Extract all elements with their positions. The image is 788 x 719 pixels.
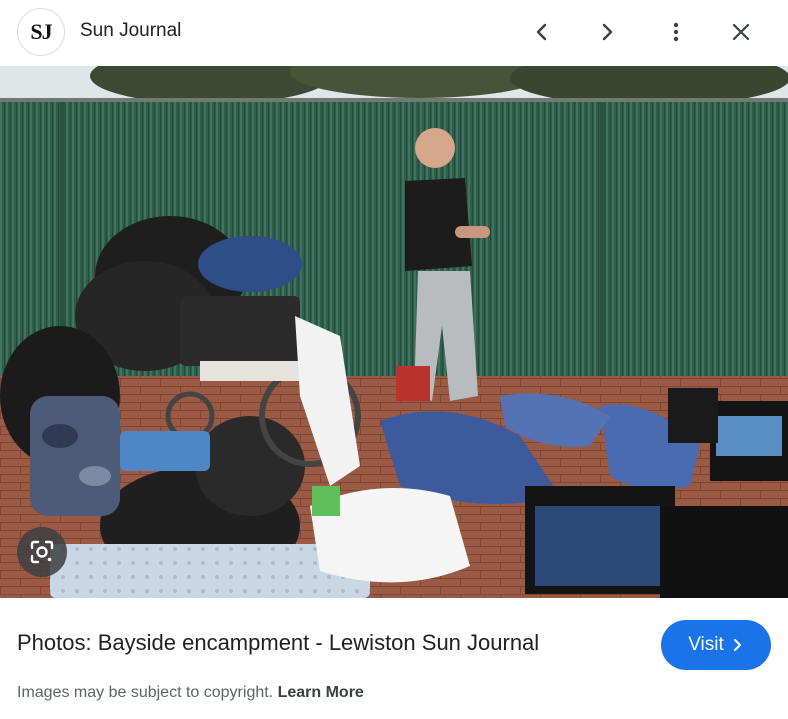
source-logo[interactable]: SJ — [17, 8, 65, 56]
image-caption[interactable]: Photos: Bayside encampment - Lewiston Su… — [17, 630, 539, 656]
more-vert-icon — [673, 22, 679, 42]
source-name[interactable]: Sun Journal — [80, 20, 181, 42]
viewer-header: SJ Sun Journal — [0, 0, 788, 66]
photo-illustration — [0, 66, 788, 598]
close-button[interactable] — [719, 10, 763, 54]
main-image[interactable] — [0, 66, 788, 598]
chevron-right-icon — [602, 23, 613, 41]
previous-button[interactable] — [520, 10, 564, 54]
source-logo-text: SJ — [30, 19, 52, 44]
visit-label: Visit — [688, 634, 724, 655]
google-lens-button[interactable] — [17, 527, 67, 577]
google-lens-icon — [30, 540, 54, 564]
chevron-right-icon — [733, 639, 741, 651]
chevron-left-icon — [536, 23, 547, 41]
learn-more-link[interactable]: Learn More — [278, 684, 364, 701]
close-icon — [732, 23, 750, 41]
visit-button[interactable]: Visit — [661, 620, 771, 670]
more-options-button[interactable] — [654, 10, 698, 54]
copyright-notice: Images may be subject to copyright. Lear… — [17, 684, 364, 702]
copyright-text: Images may be subject to copyright. — [17, 684, 274, 701]
next-button[interactable] — [585, 10, 629, 54]
